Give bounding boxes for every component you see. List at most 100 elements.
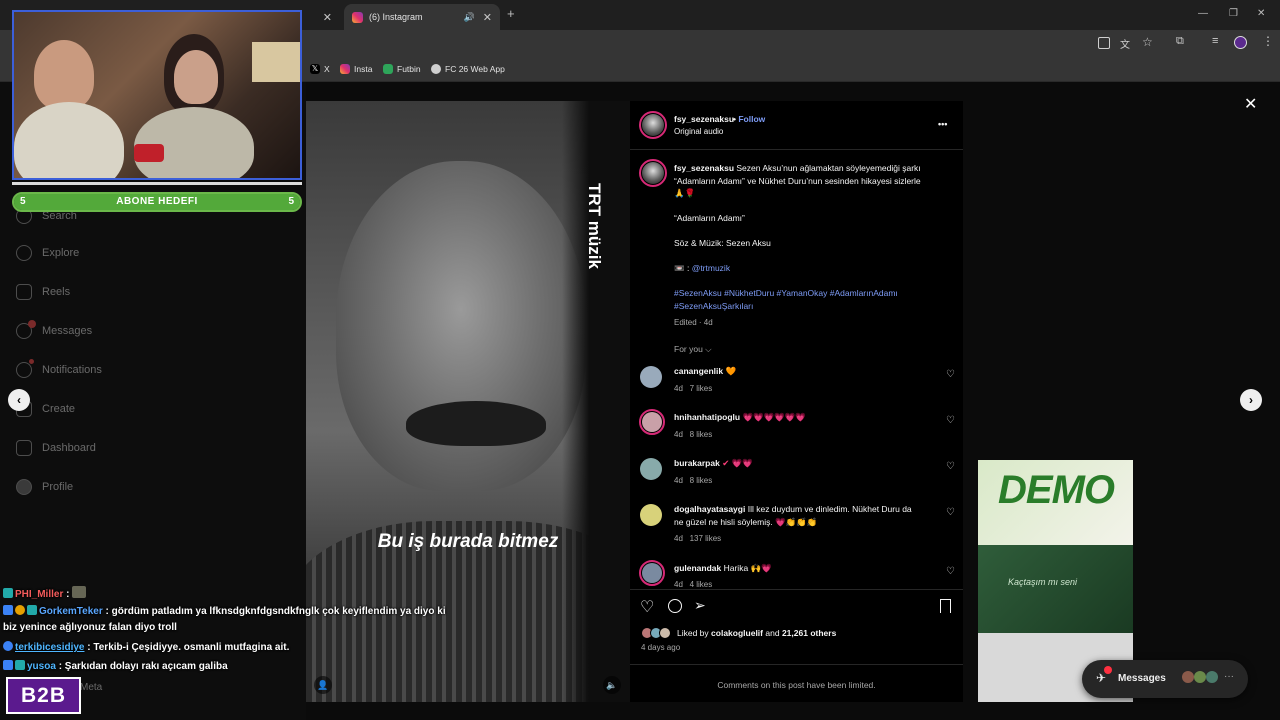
post-date: 4 days ago [641, 643, 681, 652]
chat-message: yusoa : Şarkıdan dolayı rakı açıcam gali… [3, 660, 228, 672]
commenter-avatar[interactable] [640, 458, 662, 480]
more-icon: ··· [1224, 671, 1234, 682]
thumbnail-title: DEMO [998, 468, 1115, 512]
sidebar-item-label: Notifications [42, 364, 102, 376]
like-comment-heart-icon[interactable]: ♡ [946, 415, 955, 426]
profile-avatar[interactable] [1234, 36, 1247, 49]
share-send-icon[interactable]: ➢ [694, 597, 706, 614]
caption-author-avatar[interactable] [639, 159, 667, 187]
minimize-icon[interactable]: — [1198, 8, 1208, 19]
chat-text: : Terkib-i Çeşidiyye. osmanli mutfagina … [87, 642, 290, 653]
follow-button[interactable]: • Follow [733, 113, 765, 126]
comment-time: 4d [674, 476, 683, 485]
chat-message-continued: biz yenince ağlıyonuz falan diyo troll [3, 622, 177, 633]
sidebar-item-label: Create [42, 403, 76, 415]
footer-divider [630, 664, 963, 665]
sidebar-item-notifications[interactable]: Notifications [16, 359, 102, 378]
like-comment-heart-icon[interactable]: ♡ [946, 369, 955, 380]
window-close-icon[interactable]: ✕ [1257, 8, 1265, 19]
more-options-icon[interactable]: ••• [938, 118, 947, 131]
commenter-avatar[interactable] [640, 366, 662, 388]
comment: burakarpak ✔ 💗💗 [674, 457, 753, 470]
comment-username[interactable]: burakarpak [674, 458, 720, 468]
bookmark-x[interactable]: 𝕏 X [310, 64, 330, 74]
author-username[interactable]: fsy_sezenaksu [674, 113, 734, 126]
comment-username[interactable]: hnihanhatipoglu [674, 412, 740, 422]
bookmark-star-icon[interactable]: ☆ [1142, 35, 1153, 49]
comment-likes[interactable]: 8 likes [690, 476, 713, 485]
tab-instagram[interactable]: (6) Instagram 🔊 ✕ [344, 4, 500, 30]
like-comment-heart-icon[interactable]: ♡ [946, 566, 955, 577]
sidebar-item-dashboard[interactable]: Dashboard [16, 440, 96, 456]
bookmark-fc26[interactable]: FC 26 Web App [431, 64, 505, 74]
caption-username[interactable]: fsy_sezenaksu [674, 163, 734, 173]
sidebar-item-label: Dashboard [42, 442, 96, 454]
sidebar-item-reels[interactable]: Reels [16, 284, 70, 300]
notification-badge [28, 320, 36, 328]
extensions-icon[interactable]: ⧉ [1176, 35, 1184, 48]
like-comment-heart-icon[interactable]: ♡ [946, 507, 955, 518]
comment-text: Harika 🙌💗 [723, 563, 772, 573]
comment-text: 💗💗💗💗💗💗 [742, 412, 806, 422]
meta-footer: Meta [80, 682, 103, 693]
bookmark-insta[interactable]: Insta [340, 64, 372, 74]
mute-icon[interactable]: 🔈 [603, 676, 621, 694]
stream-brand-logo: B2B [6, 677, 81, 714]
webcam-divider [12, 182, 302, 185]
tagged-users-icon[interactable]: 👤 [314, 676, 332, 694]
liked-by-summary: Liked by colakogluelif and 21,261 others [677, 627, 836, 640]
sidebar-item-profile[interactable]: Profile [16, 479, 73, 495]
comment-likes[interactable]: 7 likes [690, 384, 713, 393]
new-tab-icon[interactable]: + [507, 6, 515, 21]
comment-username[interactable]: gulenandak [674, 563, 721, 573]
chat-badge-icon [3, 605, 13, 615]
screenshot-icon[interactable] [1098, 37, 1110, 49]
close-tab-icon[interactable]: ✕ [323, 11, 332, 24]
comment-likes[interactable]: 4 likes [690, 580, 713, 589]
commenter-avatar[interactable] [640, 504, 662, 526]
trt-muzik-watermark: TRT müzik [585, 183, 604, 269]
next-post-arrow[interactable]: › [1240, 389, 1262, 411]
bookmark-label: Insta [354, 64, 373, 74]
sidebar-item-messages[interactable]: Messages [16, 320, 92, 339]
comment-meta: 4d 8 likes [674, 429, 712, 442]
comment-likes[interactable]: 137 likes [690, 534, 722, 543]
liked-by-user[interactable]: colakogluelif [711, 628, 763, 638]
liked-by-others[interactable]: 21,261 others [782, 628, 836, 638]
sidebar-item-label: Explore [42, 247, 80, 259]
restore-icon[interactable]: ❐ [1229, 8, 1238, 19]
like-heart-icon[interactable]: ♡ [640, 597, 654, 617]
translate-icon[interactable]: 文 [1120, 36, 1130, 51]
comment-likes[interactable]: 8 likes [690, 430, 713, 439]
comment-sort-dropdown[interactable]: For you ⌵ [674, 343, 712, 356]
like-comment-heart-icon[interactable]: ♡ [946, 461, 955, 472]
chat-badge-icon [3, 660, 13, 670]
contact-avatar [1182, 671, 1194, 683]
bookmark-futbin[interactable]: Futbin [383, 64, 421, 74]
speaker-icon[interactable]: 🔊 [464, 12, 475, 23]
comment-bubble-icon[interactable] [668, 599, 682, 613]
heart-icon [16, 359, 34, 378]
chat-text: biz yenince ağlıyonuz falan diyo troll [3, 622, 177, 633]
liked-by-and: and [765, 628, 780, 638]
previous-post-arrow[interactable]: ‹ [8, 389, 30, 411]
sidebar-item-explore[interactable]: Explore [16, 245, 79, 261]
reading-list-icon[interactable]: ≡ [1212, 35, 1218, 47]
close-tab-icon[interactable]: ✕ [483, 11, 492, 24]
messages-pill[interactable]: ✈ Messages ··· [1082, 660, 1248, 698]
chat-text: : gördüm patladım ya lfknsdgknfdgsndkfng… [105, 606, 446, 617]
save-bookmark-icon[interactable] [940, 599, 951, 613]
browser-menu-icon[interactable]: ⋮ [1262, 34, 1274, 48]
commenter-avatar[interactable] [639, 409, 665, 435]
hashtags-line[interactable]: #SezenAksuŞarkıları [674, 300, 753, 313]
commenter-avatar[interactable] [639, 560, 665, 586]
comment-username[interactable]: canangenlik [674, 366, 723, 376]
close-modal-icon[interactable]: ✕ [1244, 94, 1257, 114]
chat-badge-icon [3, 641, 13, 651]
comment-username[interactable]: dogalhayatasaygi [674, 504, 745, 514]
hashtags-line[interactable]: #SezenAksu #NükhetDuru #YamanOkay #Adaml… [674, 287, 898, 300]
author-avatar[interactable] [639, 111, 667, 139]
chat-message: GorkemTeker : gördüm patladım ya lfknsdg… [3, 605, 446, 617]
audio-label[interactable]: Original audio [674, 126, 723, 139]
source-mention-link[interactable]: @trtmuzik [692, 263, 730, 273]
